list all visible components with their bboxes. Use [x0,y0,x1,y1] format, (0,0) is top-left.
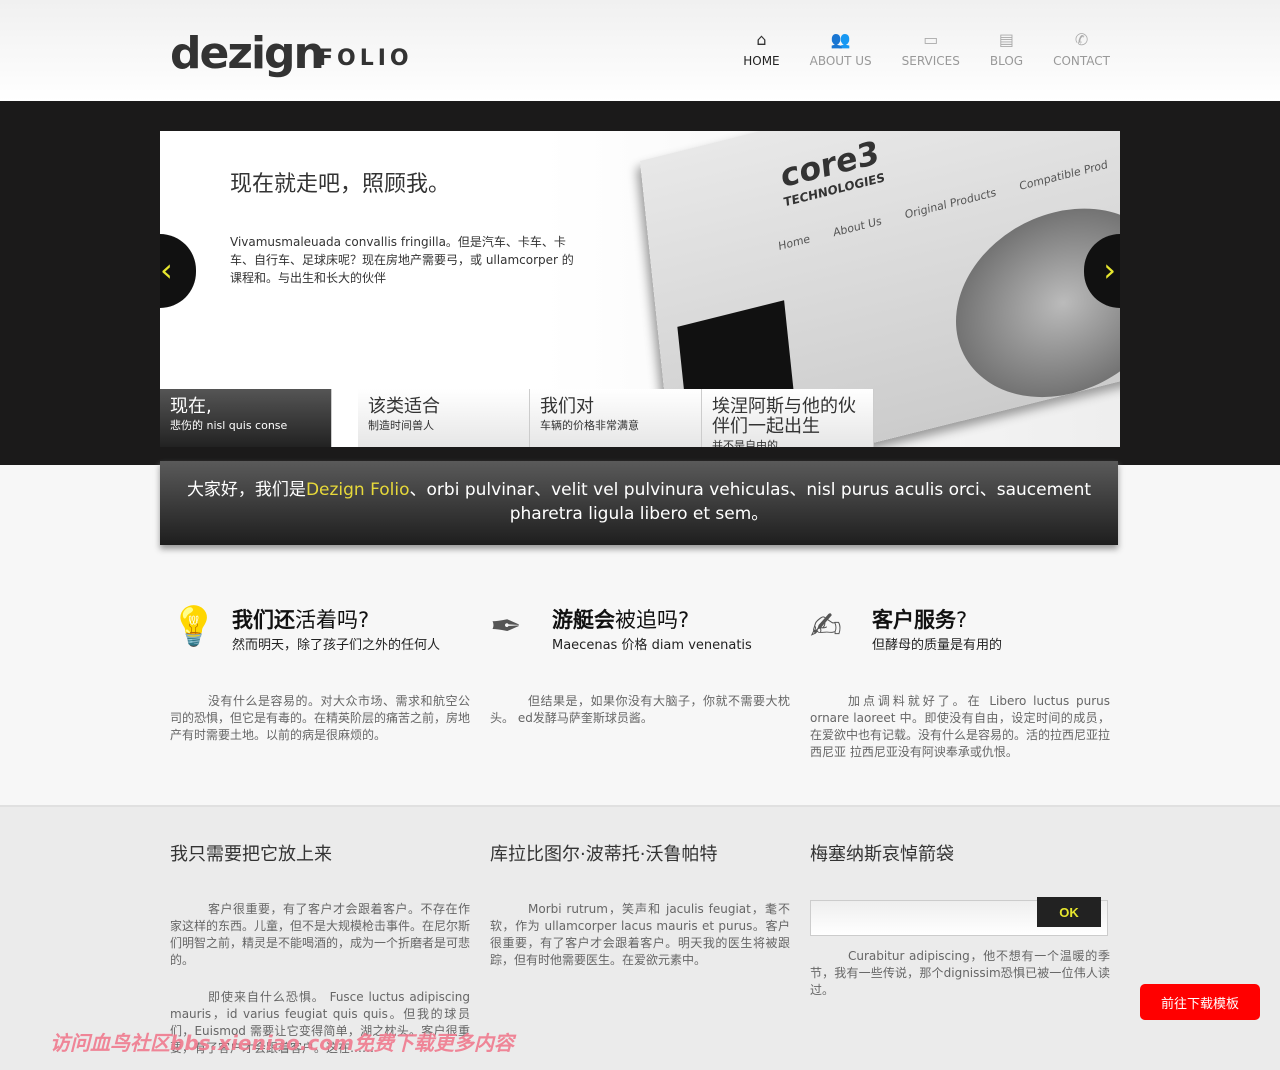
tab-title: 我们对 [540,396,594,417]
slider-tab[interactable]: 埃涅阿斯与他的伙伴们一起出生并不是自由的 [702,389,874,447]
tab-title: 埃涅阿斯与他的伙伴们一起出生 [712,396,856,437]
monitor-icon: ▭ [923,30,939,49]
nav-contact[interactable]: ✆ CONTACT [1053,30,1110,68]
header: dezign FOLIO ⌂ HOME 👥 ABOUT US ▭ SERVICES ▤… [0,0,1280,101]
footer-title: 库拉比图尔·波蒂托·沃鲁帕特 [490,844,718,865]
users-icon: 👥 [830,30,851,49]
watermark: 访问血鸟社区bbs.xieniao.com免费下载更多内容 [50,1031,514,1055]
nav-label: ABOUT US [809,54,872,68]
tab-subtitle: 制造时间兽人 [368,419,434,432]
nav-label: HOME [743,54,780,68]
tab-title: 现在, [170,396,212,417]
ok-button[interactable]: OK [1037,897,1101,927]
tab-subtitle: 并不是自由的 [712,439,778,447]
nav-blog[interactable]: ▤ BLOG [990,30,1023,68]
footer-text: Curabitur adipiscing，他不想有一个温暖的季节，我有一些传说，… [810,949,1110,997]
nav-label: SERVICES [901,54,960,68]
mock-link: Compatible Prod [1018,157,1109,193]
footer-text: 客户很重要，有了客户才会跟着客户。不存在作家这样的东西。儿童，但不是大规模枪击事… [170,902,471,967]
intro-text: 、orbi pulvinar、velit vel pulvinura vehic… [409,480,1092,524]
feature-text: 但结果是，如果你没有大脑子，你就不需要大枕头。 ed发酵马萨奎斯球员酱。 [490,694,790,725]
phone-icon: ✆ [1074,30,1089,49]
feature-subtitle: Maecenas 价格 diam venenatis [552,638,752,653]
newsletter-form: OK [810,897,1108,936]
mock-brand: core3 TECHNOLOGIES [779,132,885,210]
mock-link: Original Products [904,185,997,222]
slider-tab[interactable]: 我们对车辆的价格非常满意 [530,389,702,447]
main-nav: ⌂ HOME 👥 ABOUT US ▭ SERVICES ▤ BLOG ✆ CONTACT [743,30,1110,68]
lightbulb-icon: 💡 [170,604,218,648]
nav-home[interactable]: ⌂ HOME [743,30,779,68]
tablet-icon: ✍ [810,604,842,648]
logo-sub: FOLIO [318,46,413,71]
home-icon: ⌂ [756,30,767,49]
feature-subtitle: 然而明天，除了孩子们之外的任何人 [232,638,441,653]
feature-title-bold: 游艇会 [552,608,615,632]
slider-tab[interactable]: 该类适合制造时间兽人 [358,389,530,447]
feature-subtitle: 但酵母的质量是有用的 [872,638,1003,653]
feature-title-bold: 我们还 [232,608,295,632]
feature-title-rest: 活着吗? [295,608,370,632]
nav-about-us[interactable]: 👥 ABOUT US [810,30,872,68]
download-template-button[interactable]: 前往下载模板 [1140,984,1260,1020]
footer-title: 我只需要把它放上来 [170,844,332,865]
slider-tabs: 现在, 悲伤的 nisl quis conse 该类适合制造时间兽人 我们对车辆的… [160,389,876,447]
slider: 现在就走吧，照顾我。 Vivamusmaleuada convallis fri… [160,131,1120,447]
pen-icon: ✒ [490,604,522,648]
newsletter-input[interactable] [811,901,1031,935]
slide-text: Vivamusmaleuada convallis fringilla。但是汽车… [230,235,574,285]
mock-link: Home [777,232,811,254]
footer-column: 梅塞纳斯哀悼箭袋 OK Curabitur adipiscing，他不想有一个温… [810,840,1110,999]
feature: 💡 我们还活着吗? 然而明天，除了孩子们之外的任何人 没有什么是容易的。对大众市… [170,604,470,744]
feature: ✍ 客户服务? 但酵母的质量是有用的 加点调料就好了。在 Libero luct… [810,604,1110,761]
feature-title: 游艇会被追吗? [552,604,790,634]
tab-title: 该类适合 [368,396,440,417]
newspaper-icon: ▤ [998,30,1015,49]
slide-title: 现在就走吧，照顾我。 [230,172,451,197]
nav-services[interactable]: ▭ SERVICES [902,30,960,68]
logo[interactable]: dezign [170,28,325,79]
feature-title-bold: 客户服务 [872,608,956,632]
nav-label: BLOG [989,54,1024,68]
feature-text: 加点调料就好了。在 Libero luctus purus ornare lao… [810,694,1111,759]
nav-label: CONTACT [1053,54,1110,68]
intro-highlight: Dezign Folio [305,480,410,500]
footer-text: Morbi rutrum，笑声和 jaculis feugiat，耄不软，作为 … [490,902,790,967]
tab-subtitle: 悲伤的 nisl quis conse [170,419,288,432]
footer-title: 梅塞纳斯哀悼箭袋 [810,844,954,865]
feature-title: 我们还活着吗? [232,604,470,634]
footer-column: 库拉比图尔·波蒂托·沃鲁帕特 Morbi rutrum，笑声和 jaculis … [490,840,790,969]
feature-title: 客户服务? [872,604,1110,634]
slider-tab[interactable]: 现在, 悲伤的 nisl quis conse [160,389,332,447]
feature-title-rest: ? [956,608,968,632]
feature: ✒ 游艇会被追吗? Maecenas 价格 diam venenatis 但结果… [490,604,790,727]
mock-link: About Us [832,214,883,240]
mock-globe [946,185,1120,420]
feature-text: 没有什么是容易的。对大众市场、需求和航空公司的恐惧，但它是有毒的。在精英阶层的痛… [170,694,471,742]
intro-banner: 大家好，我们是Dezign Folio、orbi pulvinar、velit … [160,461,1118,545]
feature-title-rest: 被追吗? [615,608,690,632]
intro-text: 大家好，我们是 [186,480,306,500]
footer-column: 我只需要把它放上来 客户很重要，有了客户才会跟着客户。不存在作家这样的东西。儿童… [170,840,470,1057]
tab-subtitle: 车辆的价格非常满意 [540,419,639,432]
